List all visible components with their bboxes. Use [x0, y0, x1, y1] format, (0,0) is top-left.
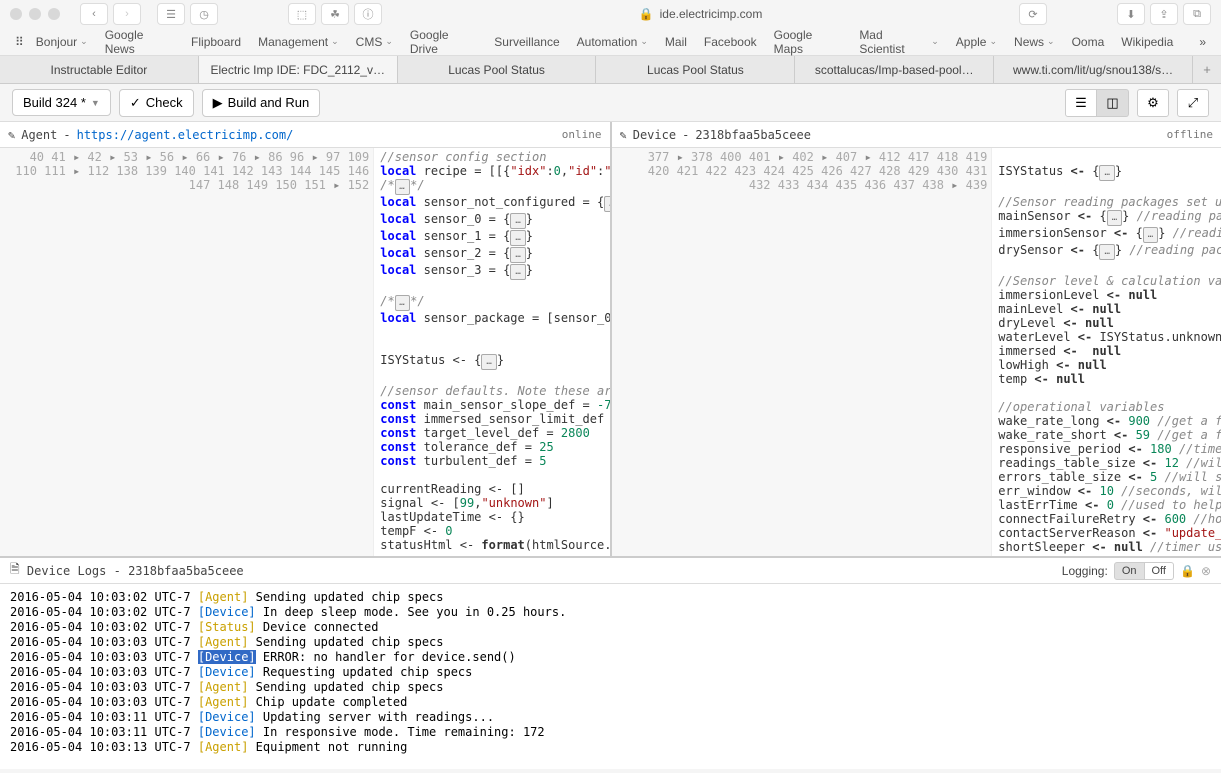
icon-button-3[interactable]: ⓘ [354, 3, 382, 25]
logs-body[interactable]: 2016-05-04 10:03:02 UTC-7 [Agent] Sendin… [0, 584, 1221, 769]
back-button[interactable]: ‹ [80, 3, 108, 25]
bookmark-surveillance[interactable]: Surveillance [494, 35, 559, 49]
url-text: ide.electricimp.com [660, 7, 763, 21]
agent-url[interactable]: https://agent.electricimp.com/ [77, 128, 294, 142]
forward-button[interactable]: › [113, 3, 141, 25]
build-dropdown[interactable]: Build 324 * ▼ [12, 89, 111, 116]
device-editor-header: ✎ Device - 2318bfaa5ba5ceee offline [612, 122, 1221, 148]
settings-button[interactable]: ⚙ [1137, 89, 1169, 117]
browser-tab[interactable]: Lucas Pool Status [596, 56, 795, 83]
agent-code[interactable]: 40 41 ▸ 42 ▸ 53 ▸ 56 ▸ 66 ▸ 76 ▸ 86 96 ▸… [0, 148, 610, 556]
bookmark-flipboard[interactable]: Flipboard [191, 35, 241, 49]
agent-editor-header: ✎ Agent - https://agent.electricimp.com/… [0, 122, 610, 148]
bookmark-google-drive[interactable]: Google Drive [410, 28, 477, 56]
bookmark-mad-scientist[interactable]: Mad Scientist ⌄ [859, 28, 938, 56]
device-id: 2318bfaa5ba5ceee [695, 128, 811, 142]
pencil-icon: ✎ [620, 128, 627, 142]
file-icon: 🗎 [10, 560, 20, 581]
bookmark-google-news[interactable]: Google News [105, 28, 174, 56]
window-titlebar: ‹ › ☰ ◷ ⬚ ☘ ⓘ 🔒 ide.electricimp.com ⟳ ⬇ … [0, 0, 1221, 28]
bookmarks-grid-icon[interactable]: ⠿ [15, 35, 24, 49]
history-button[interactable]: ◷ [190, 3, 218, 25]
logging-on[interactable]: On [1114, 562, 1145, 580]
logging-off[interactable]: Off [1145, 562, 1174, 580]
pencil-icon: ✎ [8, 128, 15, 142]
device-status: offline [1167, 128, 1213, 141]
bookmark-mail[interactable]: Mail [665, 35, 687, 49]
build-run-button[interactable]: ▶Build and Run [202, 89, 321, 117]
browser-tab[interactable]: www.ti.com/lit/ug/snou138/s… [994, 56, 1193, 83]
lock-icon[interactable]: 🔒 [1180, 564, 1195, 578]
browser-tab[interactable]: scottalucas/Imp-based-pool… [795, 56, 994, 83]
logs-header: 🗎 Device Logs - 2318bfaa5ba5ceee Logging… [0, 558, 1221, 584]
check-button[interactable]: ✓Check [119, 89, 194, 117]
check-icon: ✓ [130, 95, 141, 111]
bookmark-news[interactable]: News ⌄ [1014, 35, 1055, 49]
agent-status: online [562, 128, 602, 141]
fullscreen-button[interactable]: ⤢ [1177, 89, 1209, 117]
bookmark-wikipedia[interactable]: Wikipedia [1121, 35, 1173, 49]
reload-button[interactable]: ⟳ [1019, 3, 1047, 25]
traffic-lights[interactable] [10, 8, 60, 20]
icon-button-1[interactable]: ⬚ [288, 3, 316, 25]
bookmark-automation[interactable]: Automation ⌄ [577, 35, 648, 49]
layout-split-button[interactable]: ◫ [1097, 89, 1129, 117]
address-bar[interactable]: 🔒 ide.electricimp.com [387, 7, 1014, 21]
device-editor: ✎ Device - 2318bfaa5ba5ceee offline 377 … [610, 122, 1221, 556]
bookmark-ooma[interactable]: Ooma [1072, 35, 1105, 49]
bookmark-bonjour[interactable]: Bonjour ⌄ [36, 35, 88, 49]
browser-tabs: Instructable EditorElectric Imp IDE: FDC… [0, 56, 1221, 84]
bookmark-google-maps[interactable]: Google Maps [774, 28, 843, 56]
browser-tab[interactable]: Electric Imp IDE: FDC_2112_v… [199, 56, 398, 83]
bookmark-management[interactable]: Management ⌄ [258, 35, 339, 49]
device-code[interactable]: 377 ▸ 378 400 401 ▸ 402 ▸ 407 ▸ 412 417 … [612, 148, 1221, 556]
bookmark-cms[interactable]: CMS ⌄ [356, 35, 393, 49]
device-logs-panel: 🗎 Device Logs - 2318bfaa5ba5ceee Logging… [0, 556, 1221, 769]
close-icon[interactable]: ⊗ [1201, 564, 1211, 578]
lock-icon: 🔒 [639, 7, 654, 21]
share-button[interactable]: ⇪ [1150, 3, 1178, 25]
download-button[interactable]: ⬇ [1117, 3, 1145, 25]
layout-single-button[interactable]: ☰ [1065, 89, 1097, 117]
sidebar-toggle[interactable]: ☰ [157, 3, 185, 25]
bookmark-facebook[interactable]: Facebook [704, 35, 757, 49]
gear-icon: ⚙ [1147, 95, 1159, 111]
expand-icon: ⤢ [1188, 95, 1198, 111]
tabs-button[interactable]: ⧉ [1183, 3, 1211, 25]
editor-panes: ✎ Agent - https://agent.electricimp.com/… [0, 122, 1221, 556]
ide-toolbar: Build 324 * ▼ ✓Check ▶Build and Run ☰ ◫ … [0, 84, 1221, 122]
browser-tab[interactable]: Instructable Editor [0, 56, 199, 83]
new-tab-button[interactable]: + [1193, 56, 1221, 83]
bookmarks-bar: ⠿ Bonjour ⌄ Google News Flipboard Manageme… [0, 28, 1221, 56]
browser-tab[interactable]: Lucas Pool Status [398, 56, 597, 83]
bookmark-apple[interactable]: Apple ⌄ [956, 35, 997, 49]
play-icon: ▶ [213, 95, 223, 111]
bookmarks-overflow[interactable]: » [1199, 35, 1206, 49]
agent-editor: ✎ Agent - https://agent.electricimp.com/… [0, 122, 610, 556]
icon-button-2[interactable]: ☘ [321, 3, 349, 25]
